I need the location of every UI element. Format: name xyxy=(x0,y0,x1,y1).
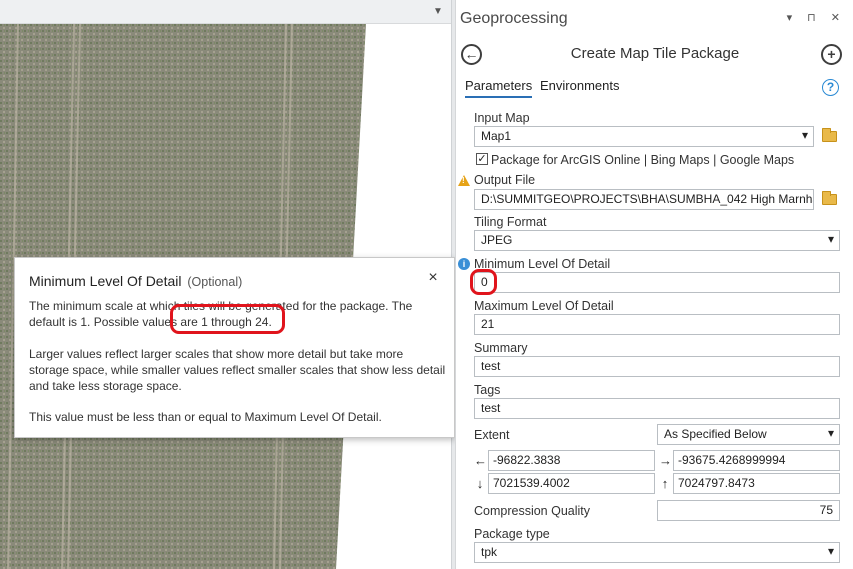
tool-header: Create Map Tile Package ← + xyxy=(456,38,853,70)
tooltip-text-line: The minimum scale at which tiles will be… xyxy=(29,299,413,313)
tooltip-optional-tag: (Optional) xyxy=(187,275,243,289)
output-file-input[interactable]: D:\SUMMITGEO\PROJECTS\BHA\SUMBHA_042 Hig… xyxy=(474,189,814,210)
tooltip-title: Minimum Level Of Detail (Optional) xyxy=(29,273,242,289)
min-lod-input[interactable]: 0 xyxy=(474,272,840,293)
geoprocessing-pane: Geoprocessing ▾ ⊓ ✕ Create Map Tile Pack… xyxy=(455,0,853,569)
package-type-label: Package type xyxy=(474,527,550,541)
extent-left-input[interactable]: -96822.3838 xyxy=(488,450,655,471)
extent-label: Extent xyxy=(474,428,510,442)
add-icon[interactable]: + xyxy=(821,44,842,65)
info-icon[interactable]: i xyxy=(458,258,470,270)
package-online-label: Package for ArcGIS Online | Bing Maps | … xyxy=(491,153,795,167)
compression-quality-input[interactable]: 75 xyxy=(657,500,840,521)
close-icon[interactable]: × xyxy=(426,269,440,287)
extent-bottom-input[interactable]: 7021539.4002 xyxy=(488,473,655,494)
tooltip-paragraph-2: Larger values reflect larger scales that… xyxy=(29,346,449,394)
parameter-help-tooltip: Minimum Level Of Detail (Optional) × The… xyxy=(14,257,455,438)
summary-label: Summary xyxy=(474,341,528,355)
extent-select[interactable]: As Specified Below xyxy=(657,424,840,445)
max-lod-input[interactable]: 21 xyxy=(474,314,840,335)
tooltip-title-text: Minimum Level Of Detail xyxy=(29,273,182,289)
tooltip-text-line: and take less storage space. xyxy=(29,379,182,393)
tool-title: Create Map Tile Package xyxy=(570,45,740,62)
back-arrow-icon[interactable]: ← xyxy=(461,44,482,65)
arrow-left-icon: ← xyxy=(474,453,487,468)
extent-top-input[interactable]: 7024797.8473 xyxy=(673,473,840,494)
tab-parameters[interactable]: Parameters xyxy=(465,78,533,98)
pane-header: Geoprocessing ▾ ⊓ ✕ xyxy=(456,0,853,34)
tags-input[interactable]: test xyxy=(474,398,840,419)
map-toolbar: ▼ xyxy=(0,0,451,24)
tooltip-paragraph-1: The minimum scale at which tiles will be… xyxy=(29,298,449,330)
input-map-label: Input Map xyxy=(474,111,530,125)
arrow-up-icon: ↑ xyxy=(661,476,669,491)
output-file-label: Output File xyxy=(474,173,536,187)
pane-window-controls[interactable]: ▾ ⊓ ✕ xyxy=(787,11,846,24)
compression-quality-label: Compression Quality xyxy=(474,504,591,518)
arrow-right-icon: → xyxy=(659,453,672,468)
min-lod-label: Minimum Level Of Detail xyxy=(474,257,611,271)
folder-icon[interactable] xyxy=(822,128,837,142)
tooltip-text-line: default is 1. Possible values are 1 thro… xyxy=(29,315,272,329)
tooltip-text-line: storage space, while smaller values refl… xyxy=(29,363,446,377)
arrow-down-icon: ↓ xyxy=(476,476,484,491)
extent-right-input[interactable]: -93675.4268999994 xyxy=(673,450,840,471)
summary-input[interactable]: test xyxy=(474,356,840,377)
tiling-format-label: Tiling Format xyxy=(474,215,547,229)
chevron-down-icon[interactable]: ▼ xyxy=(431,5,445,19)
warning-icon: ! xyxy=(458,175,470,186)
tooltip-text-line: Larger values reflect larger scales that… xyxy=(29,347,404,361)
help-icon[interactable]: ? xyxy=(822,79,839,96)
tiling-format-select[interactable]: JPEG xyxy=(474,230,840,251)
input-map-select[interactable]: Map1 xyxy=(474,126,814,147)
package-online-checkbox[interactable]: ✓ xyxy=(476,153,488,165)
package-type-select[interactable]: tpk xyxy=(474,542,840,563)
tab-environments[interactable]: Environments xyxy=(540,78,619,98)
folder-icon[interactable] xyxy=(822,191,837,205)
tags-label: Tags xyxy=(474,383,501,397)
pane-title: Geoprocessing xyxy=(460,10,568,27)
tooltip-paragraph-3: This value must be less than or equal to… xyxy=(29,410,382,424)
max-lod-label: Maximum Level Of Detail xyxy=(474,299,614,313)
